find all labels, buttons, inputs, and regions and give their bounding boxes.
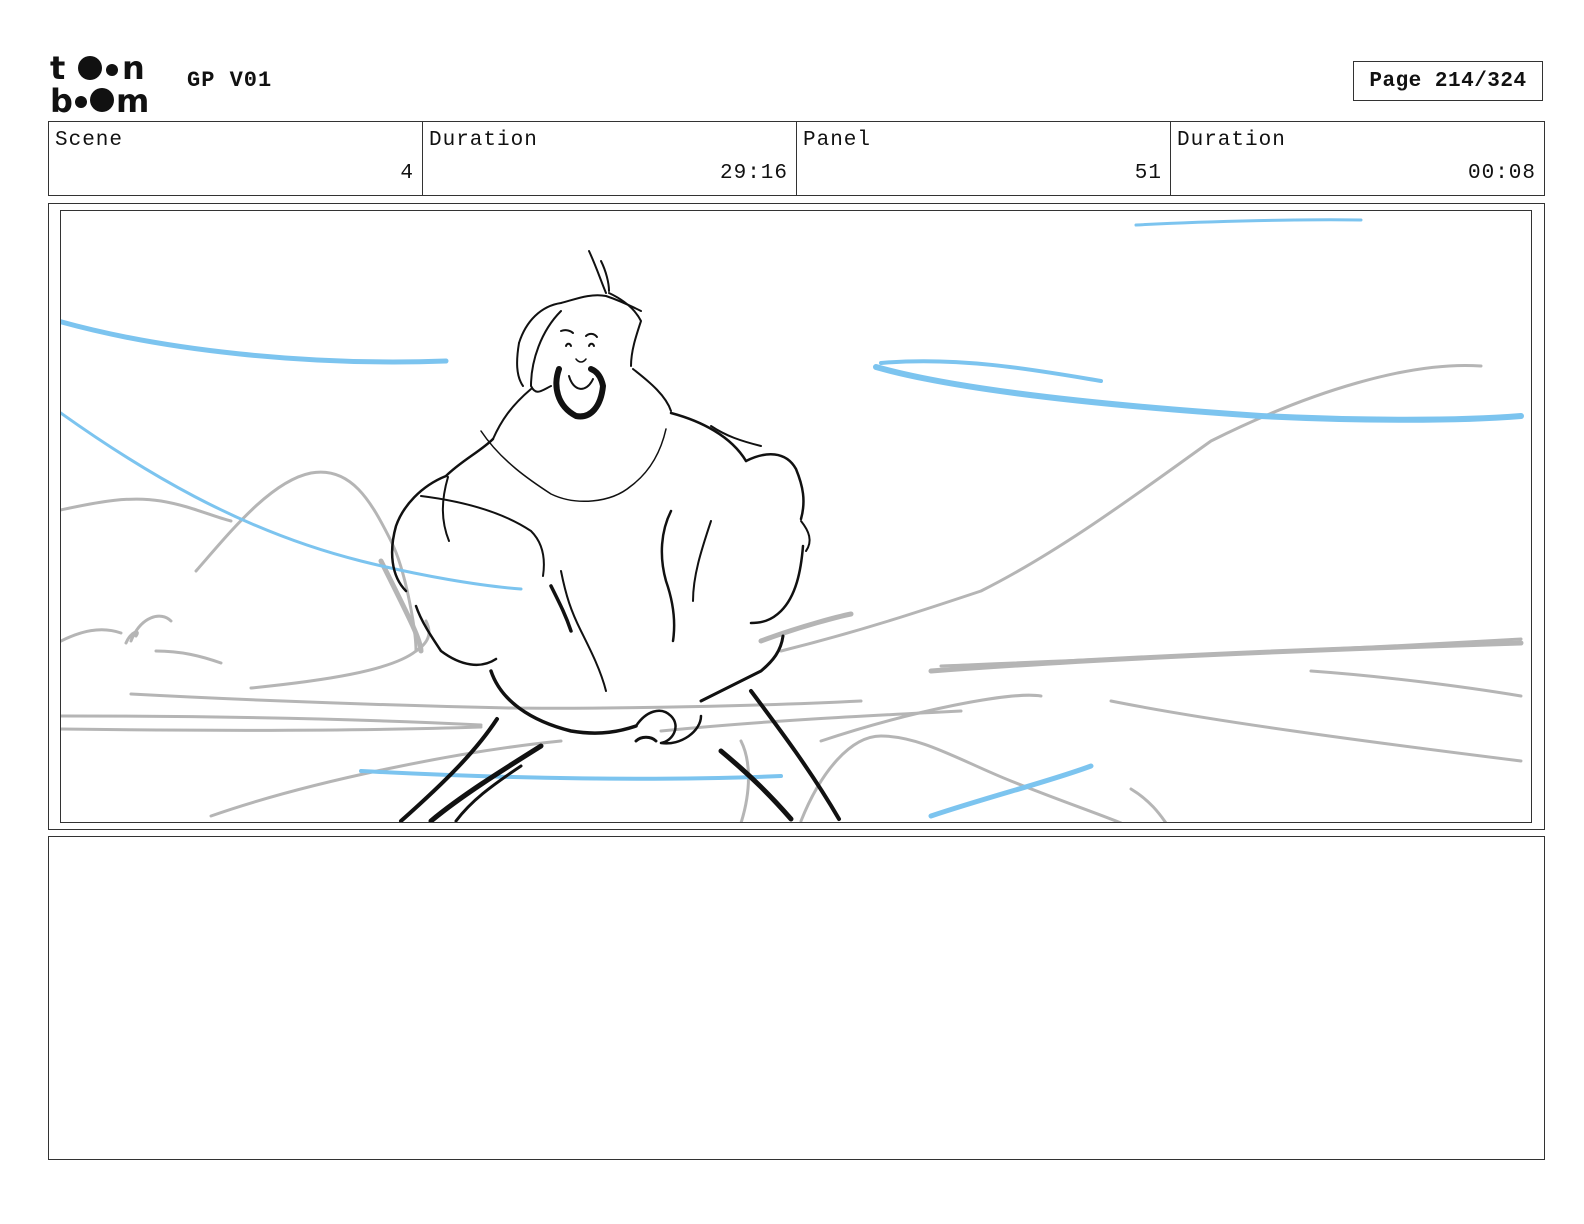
panel-duration-label: Duration bbox=[1177, 129, 1286, 152]
scene-duration-value: 29:16 bbox=[719, 162, 788, 185]
storyboard-panel-image bbox=[60, 210, 1532, 823]
panel-label: Panel bbox=[803, 129, 872, 152]
storyboard-panel-frame bbox=[48, 203, 1545, 830]
panel-duration-value: 00:08 bbox=[1467, 162, 1536, 185]
scene-duration-label: Duration bbox=[429, 129, 538, 152]
panel-duration-cell: Duration 00:08 bbox=[1171, 122, 1544, 195]
panel-notes-area bbox=[48, 836, 1545, 1160]
svg-text:m: m bbox=[116, 82, 149, 114]
page-indicator: Page 214/324 bbox=[1353, 61, 1543, 101]
panel-value: 51 bbox=[1134, 162, 1162, 185]
sketch-drawing bbox=[61, 218, 1524, 822]
scene-cell: Scene 4 bbox=[49, 122, 423, 195]
toon-boom-logo: t n b m bbox=[50, 49, 166, 120]
project-title: GP V01 bbox=[187, 68, 273, 93]
svg-text:b: b bbox=[50, 82, 73, 114]
scene-value: 4 bbox=[400, 162, 414, 185]
scene-duration-cell: Duration 29:16 bbox=[423, 122, 797, 195]
panel-cell: Panel 51 bbox=[797, 122, 1171, 195]
scene-label: Scene bbox=[55, 129, 124, 152]
panel-info-row: Scene 4 Duration 29:16 Panel 51 Duration… bbox=[48, 121, 1545, 196]
